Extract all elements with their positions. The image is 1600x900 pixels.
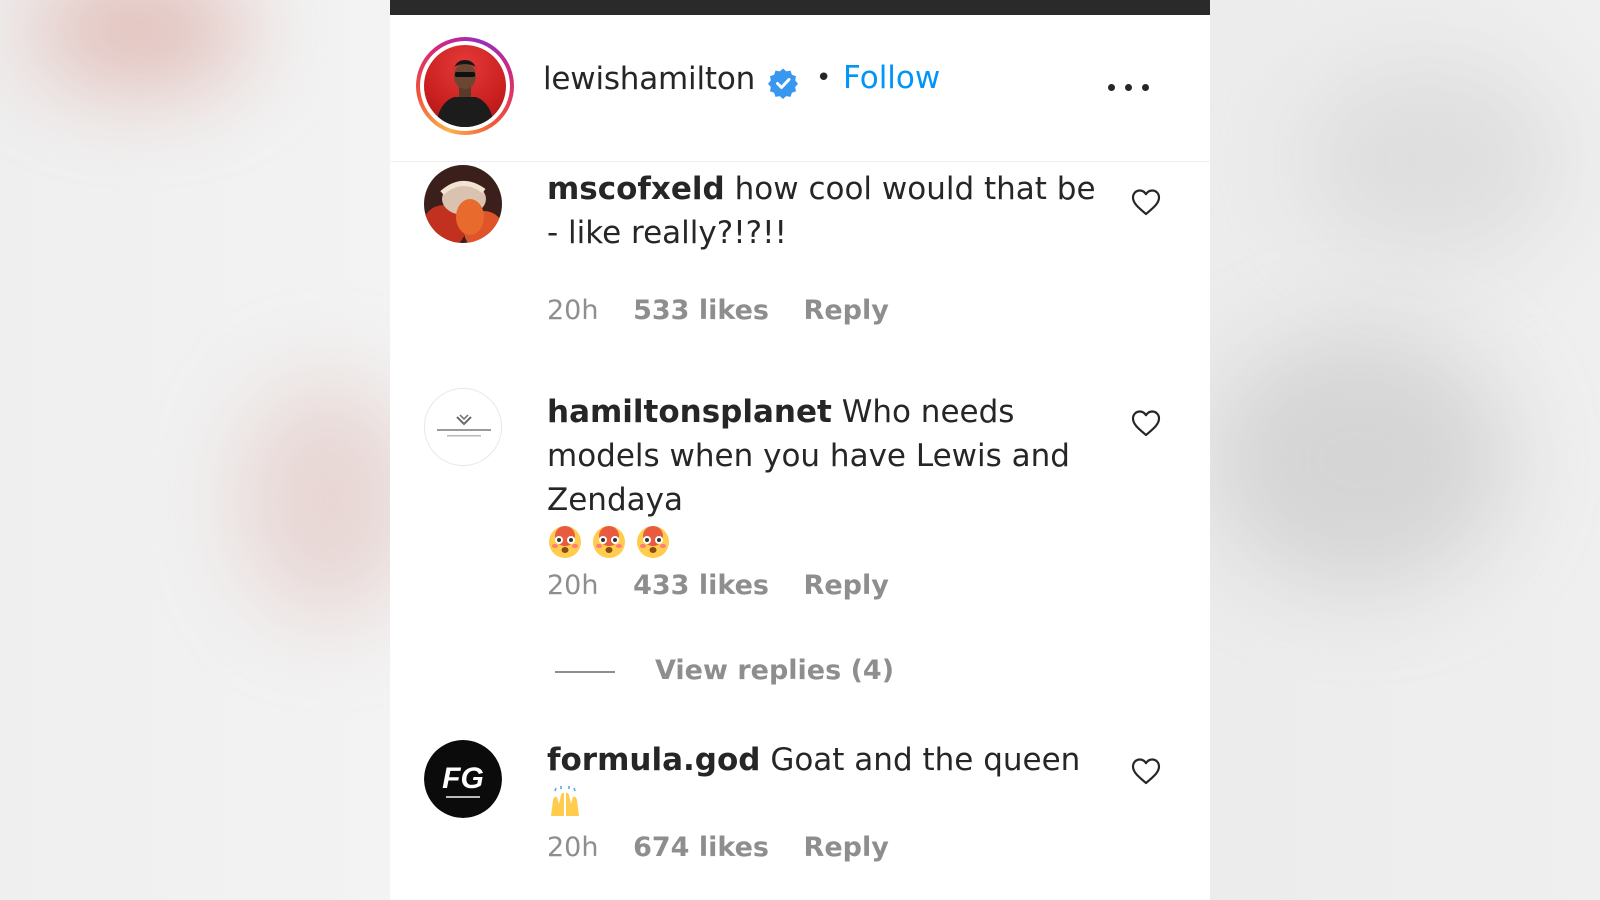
comment-time: 20h <box>547 570 599 601</box>
commenter-avatar[interactable] <box>424 165 502 243</box>
view-replies-label: View replies (4) <box>655 655 895 686</box>
flushed-face-emoji <box>547 524 583 560</box>
comment-likes[interactable]: 433 likes <box>633 570 769 601</box>
view-replies-button[interactable]: View replies (4) <box>555 655 894 686</box>
story-ring[interactable] <box>416 37 514 135</box>
flushed-face-emoji <box>635 524 671 560</box>
comment-text: formula.god Goat and the queen <box>547 738 1107 826</box>
comment-likes[interactable]: 533 likes <box>633 295 769 326</box>
comment-meta: 20h 433 likes Reply <box>547 570 915 601</box>
comment-time: 20h <box>547 295 599 326</box>
comment-meta: 20h 533 likes Reply <box>547 295 915 326</box>
like-heart-icon[interactable] <box>1130 756 1162 786</box>
comment-likes[interactable]: 674 likes <box>633 832 769 863</box>
like-heart-icon[interactable] <box>1130 187 1162 217</box>
commenter-avatar[interactable]: FG <box>424 740 502 818</box>
comment-body: Goat and the queen <box>770 742 1081 778</box>
separator-dot: • <box>816 63 832 93</box>
verified-badge-icon <box>767 67 799 99</box>
post-header: lewishamilton • Follow <box>390 15 1210 162</box>
comment-item: FG formula.god Goat and the queen 20h 67… <box>390 740 1210 900</box>
commenter-photo <box>424 165 502 243</box>
replies-divider-line <box>555 670 615 673</box>
comment-item: hamiltonsplanet Who needs models when yo… <box>390 388 1210 688</box>
background-blur <box>1210 330 1510 590</box>
reply-button[interactable]: Reply <box>804 570 889 601</box>
background-blur <box>1300 60 1560 260</box>
background-blur <box>30 0 250 90</box>
comment-username[interactable]: formula.god <box>547 742 760 778</box>
raising-hands-emoji <box>547 786 583 818</box>
formula-god-logo: FG <box>424 740 502 818</box>
commenter-logo <box>425 389 501 465</box>
comment-username[interactable]: hamiltonsplanet <box>547 394 832 430</box>
more-options-icon[interactable] <box>1108 81 1150 93</box>
commenter-avatar[interactable] <box>424 388 502 466</box>
header-username[interactable]: lewishamilton <box>543 61 755 97</box>
top-bar <box>390 0 1210 15</box>
comment-text: mscofxeld how cool would that be - like … <box>547 167 1107 255</box>
comment-meta: 20h 674 likes Reply <box>547 832 915 863</box>
reply-button[interactable]: Reply <box>804 295 889 326</box>
comment-time: 20h <box>547 832 599 863</box>
profile-avatar[interactable] <box>424 45 506 127</box>
profile-photo <box>436 60 494 127</box>
reply-button[interactable]: Reply <box>804 832 889 863</box>
like-heart-icon[interactable] <box>1130 408 1162 438</box>
follow-button[interactable]: Follow <box>843 60 940 96</box>
instagram-comments-panel: lewishamilton • Follow mscofxeld how coo… <box>390 0 1210 900</box>
comment-item: mscofxeld how cool would that be - like … <box>390 163 1210 333</box>
comment-username[interactable]: mscofxeld <box>547 171 725 207</box>
flushed-face-emoji <box>591 524 627 560</box>
avatar-logo-text: FG <box>442 762 484 795</box>
comment-text: hamiltonsplanet Who needs models when yo… <box>547 390 1107 566</box>
